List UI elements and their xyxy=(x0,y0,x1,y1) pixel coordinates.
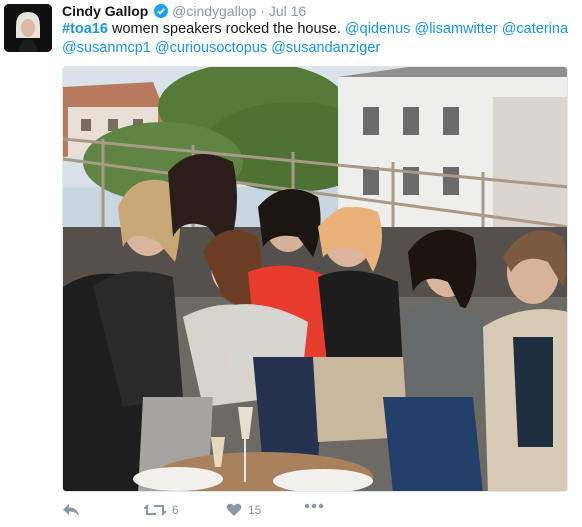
author-name[interactable]: Cindy Gallop xyxy=(62,3,148,19)
avatar[interactable] xyxy=(4,4,52,52)
tweet-header: Cindy Gallop @cindygallop · Jul 16 xyxy=(62,2,306,22)
more-options-button[interactable] xyxy=(304,503,324,509)
tweet-text: #toa16 women speakers rocked the house. … xyxy=(62,20,572,58)
mention-link[interactable]: @qidenus xyxy=(345,21,411,37)
retweet-icon xyxy=(144,503,166,517)
hashtag-link[interactable]: #toa16 xyxy=(62,21,108,37)
mention-link[interactable]: @curiousoctopus xyxy=(155,40,267,56)
retweet-count: 6 xyxy=(172,503,179,517)
tweet-timestamp[interactable]: Jul 16 xyxy=(269,3,306,19)
reply-button[interactable] xyxy=(62,503,80,517)
mention-link[interactable]: @caterina xyxy=(502,21,568,37)
retweet-button[interactable]: 6 xyxy=(144,503,179,517)
author-handle[interactable]: @cindygallop xyxy=(172,3,256,19)
mention-link[interactable]: @susanmcp1 xyxy=(62,40,151,56)
tweet-body: women speakers rocked the house. xyxy=(107,21,345,37)
mention-link[interactable]: @lisamwitter xyxy=(414,21,497,37)
like-count: 15 xyxy=(248,503,262,517)
more-dots-icon xyxy=(304,503,324,509)
tweet-photo[interactable] xyxy=(62,66,568,492)
header-separator: · xyxy=(260,3,265,19)
like-button[interactable]: 15 xyxy=(226,503,261,517)
mention-link[interactable]: @susandanziger xyxy=(271,40,380,56)
reply-icon xyxy=(62,503,80,517)
heart-icon xyxy=(226,503,242,517)
